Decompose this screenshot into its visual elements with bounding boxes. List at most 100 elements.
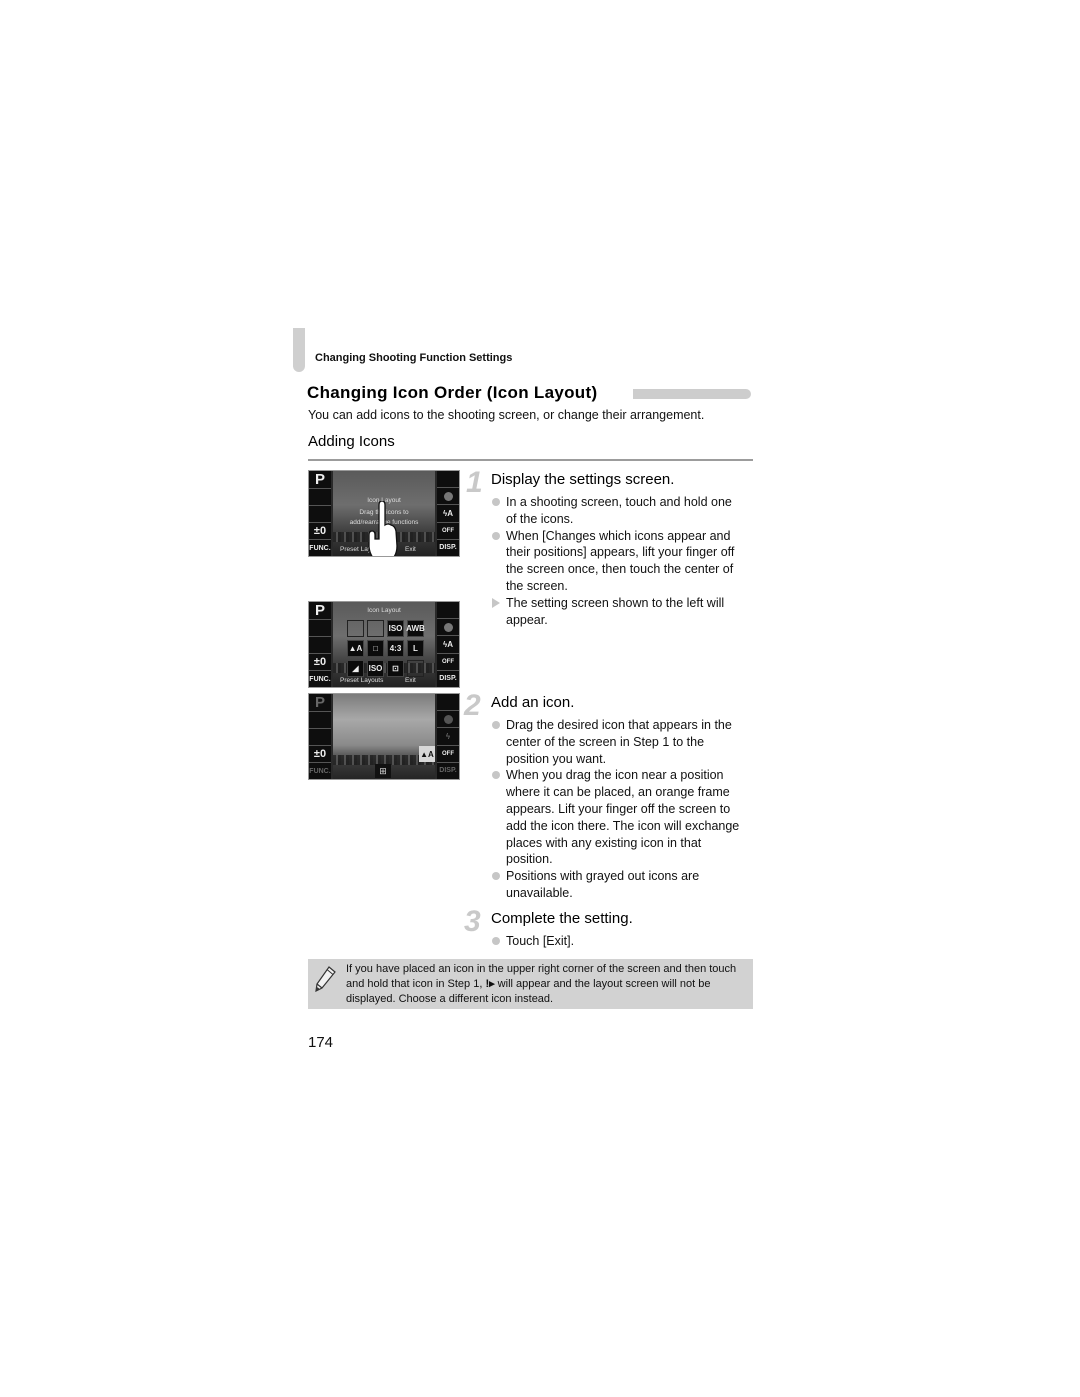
bullet-dot-icon [492,721,500,729]
bullet-dot-icon [492,771,500,780]
exit-label: Exit [405,546,416,553]
self-timer-off-icon: OFF [437,522,459,539]
left-icon-column: P ±0 FUNC. [309,471,331,556]
awb-icon[interactable]: AWB [406,620,425,637]
func-icon: FUNC. [309,763,331,779]
left-icon-column: P ±0 FUNC. [309,694,331,779]
exposure-icon: ±0 [309,746,331,762]
exposure-icon: ±0 [309,654,331,670]
bullet-item: Drag the desired icon that appears in th… [491,717,741,767]
bullet-item: When you drag the icon near a position w… [491,767,741,868]
bullet-dot-icon [492,937,500,945]
iso-auto-icon[interactable]: ISO [387,620,404,637]
step-heading: Complete the setting. [491,910,633,927]
exposure-icon: ±0 [309,523,331,539]
result-arrow-icon [492,597,500,608]
bullet-text: Positions with grayed out icons are unav… [506,869,700,900]
step-bullets: Drag the desired icon that appears in th… [491,717,741,902]
bullet-text: Touch [Exit]. [506,934,575,948]
exit-label: Exit [405,677,416,684]
subheading: Adding Icons [308,433,395,450]
self-timer-off-icon: OFF [437,653,459,670]
grid-empty-slot[interactable] [407,660,424,677]
aspect-ratio-icon[interactable]: 4:3 [387,640,404,657]
func-icon: FUNC. [309,671,331,687]
icon-grid: ISO AWB ▲A □ 4:3 L ◢ ISO ⊡ [347,620,425,677]
bottom-slot-icon[interactable]: ⊞ [375,764,391,778]
divider [308,459,753,461]
self-timer-off-icon: OFF [437,745,459,762]
right-icon-column: ϟA OFF DISP. [437,602,459,687]
page-number: 174 [308,1034,334,1051]
page-title: Changing Icon Order (Icon Layout) [307,383,598,402]
image-size-icon[interactable]: L [407,640,424,657]
mode-icon: P [309,471,331,488]
bullet-dot-icon [492,531,500,540]
note-box: If you have placed an icon in the upper … [308,959,753,1009]
preset-layouts-label: Preset Layouts [340,677,384,684]
empty-slot [309,506,331,522]
camera-screen-3: P ±0 FUNC. ϟ OFF DISP. ▲A ⊞ [308,693,460,780]
empty-slot [437,694,459,711]
mode-icon: P [309,602,331,619]
step-bullets: In a shooting screen, touch and hold one… [491,494,741,628]
compression-icon[interactable]: ◢ [347,660,364,677]
step-number: 2 [464,689,481,722]
bullet-item: In a shooting screen, touch and hold one… [491,494,741,528]
camera-screen-2: P ±0 FUNC. ϟA OFF DISP. Icon Layout ISO … [308,601,460,688]
camera-screen-1: P ±0 FUNC. ϟA OFF DISP. Icon Layout Drag… [308,470,460,557]
empty-slot [309,712,331,728]
step-number: 1 [466,466,483,499]
bullet-item: The setting screen shown to the left wil… [491,595,741,629]
bullet-dot-icon [492,872,500,881]
bullet-text: Drag the desired icon that appears in th… [506,718,732,766]
func-icon: FUNC. [309,540,331,556]
step-heading: Add an icon. [491,694,575,711]
title-decoration-bar [633,389,751,399]
disp-icon: DISP. [437,670,459,687]
touch-hand-icon [368,501,398,556]
bullet-text: When [Changes which icons appear and the… [506,528,735,593]
record-dot-icon [437,488,459,505]
step-number: 3 [464,905,481,938]
section-label: Changing Shooting Function Settings [315,352,513,364]
bullet-item: When [Changes which icons appear and the… [491,528,741,595]
grid-empty-slot[interactable] [367,620,384,637]
disp-icon: DISP. [437,539,459,556]
dragged-scene-icon[interactable]: ▲A [419,746,435,762]
record-dot-icon [437,619,459,636]
empty-slot [309,729,331,745]
empty-slot [309,620,331,636]
bullet-text: The setting screen shown to the left wil… [506,595,725,627]
step-heading: Display the settings screen. [491,471,675,488]
drive-mode-icon[interactable]: □ [367,640,384,657]
right-icon-column: ϟA OFF DISP. [437,471,459,556]
warning-symbol-icon: !▸ [485,978,495,990]
right-icon-column: ϟ OFF DISP. [437,694,459,779]
left-icon-column: P ±0 FUNC. [309,602,331,687]
bullet-item: Touch [Exit]. [491,933,741,950]
empty-slot [309,637,331,653]
empty-slot [309,489,331,505]
note-text: If you have placed an icon in the upper … [346,962,751,1007]
bullet-text: When you drag the icon near a position w… [506,768,740,867]
step-bullets: Touch [Exit]. [491,933,741,950]
flash-auto-icon: ϟA [437,505,459,522]
bullet-text: In a shooting screen, touch and hold one… [506,495,732,526]
scene-auto-icon[interactable]: ▲A [347,640,364,657]
grid-empty-slot[interactable] [347,620,364,637]
pencil-icon [315,966,336,992]
flash-icon: ϟ [437,728,459,745]
intro-text: You can add icons to the shooting screen… [308,408,705,422]
iso-icon[interactable]: ISO [367,660,384,677]
timer-icon[interactable]: ⊡ [387,660,404,677]
section-tab-marker [293,328,305,372]
empty-slot [437,471,459,488]
disp-icon: DISP. [437,762,459,779]
record-dot-icon [437,711,459,728]
bullet-dot-icon [492,498,500,506]
bullet-item: Positions with grayed out icons are unav… [491,868,741,902]
overlay-title: Icon Layout [367,607,401,614]
flash-auto-icon: ϟA [437,636,459,653]
mode-icon: P [309,694,331,711]
